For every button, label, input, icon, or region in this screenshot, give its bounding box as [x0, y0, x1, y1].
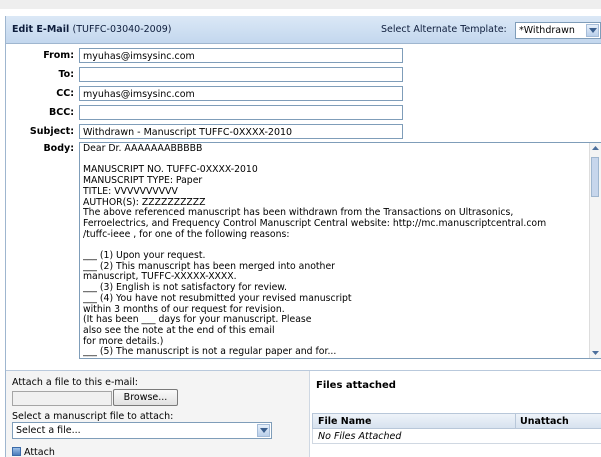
attachments-section: Attach a file to this e-mail: Browse... …	[6, 370, 601, 457]
scroll-thumb[interactable]	[591, 157, 599, 197]
body-line: /tuffc-ieee , for one of the following r…	[83, 228, 290, 240]
files-attached-title: Files attached	[316, 380, 396, 391]
unattach-column: Unattach	[520, 416, 569, 427]
body-scrollbar[interactable]	[589, 143, 601, 358]
manuscript-id: (TUFFC-03040-2009)	[72, 24, 172, 35]
top-strip	[0, 0, 601, 9]
body-text[interactable]: Dear Dr. AAAAAAABBBBB MANUSCRIPT NO. TUF…	[83, 144, 587, 358]
scroll-up-icon[interactable]	[591, 144, 600, 153]
dialog-title: Edit E-Mail (TUFFC-03040-2009)	[12, 24, 172, 35]
template-label: Select Alternate Template:	[381, 24, 507, 35]
file-name-column: File Name	[318, 416, 372, 427]
column-divider	[515, 414, 516, 428]
body-label: Body:	[43, 143, 74, 154]
select-manuscript-label: Select a manuscript file to attach:	[12, 411, 174, 422]
to-label: To:	[58, 69, 74, 80]
body-textarea[interactable]: Dear Dr. AAAAAAABBBBB MANUSCRIPT NO. TUF…	[79, 142, 601, 359]
dialog-header: Edit E-Mail (TUFFC-03040-2009) Select Al…	[6, 16, 601, 44]
attach-pane: Attach a file to this e-mail: Browse... …	[6, 371, 310, 457]
body-line: ___ (5) The manuscript is not a regular …	[83, 346, 337, 358]
files-attached-pane: Files attached File Name Unattach No Fil…	[310, 371, 601, 457]
to-field[interactable]	[79, 67, 403, 82]
cc-label: CC:	[56, 88, 74, 99]
attach-button-label: Attach	[24, 447, 55, 457]
bcc-field[interactable]	[79, 105, 403, 120]
attach-button[interactable]: Attach	[12, 447, 55, 457]
template-select[interactable]: *Withdrawn	[515, 22, 601, 39]
browse-button[interactable]: Browse...	[113, 389, 178, 406]
manuscript-file-select[interactable]: Select a file...	[12, 422, 272, 439]
template-select-value: *Withdrawn	[519, 25, 575, 36]
file-path-input[interactable]	[12, 391, 112, 406]
no-files-text: No Files Attached	[318, 431, 402, 442]
table-row: No Files Attached	[312, 429, 601, 444]
chevron-down-icon[interactable]	[586, 24, 599, 37]
subject-field[interactable]: Withdrawn - Manuscript TUFFC-0XXXX-2010	[79, 124, 403, 139]
body-line: ___ (4) You have not resubmitted your re…	[83, 292, 352, 304]
edit-email-dialog: Edit E-Mail (TUFFC-03040-2009) Select Al…	[5, 16, 601, 457]
attach-icon	[12, 447, 21, 456]
cc-field[interactable]: myuhas@imsysinc.com	[79, 86, 403, 101]
body-line: Dear Dr. AAAAAAABBBBB	[83, 144, 203, 154]
chevron-down-icon[interactable]	[257, 424, 270, 437]
bcc-label: BCC:	[49, 107, 74, 118]
from-field[interactable]: myuhas@imsysinc.com	[79, 48, 403, 63]
subject-label: Subject:	[29, 126, 74, 137]
from-label: From:	[43, 50, 74, 61]
scroll-down-icon[interactable]	[591, 348, 600, 357]
body-line: TITLE: VVVVVVVVVV	[83, 185, 178, 197]
attach-label: Attach a file to this e-mail:	[12, 377, 138, 388]
files-table-header: File Name Unattach	[312, 413, 601, 429]
manuscript-file-select-value: Select a file...	[16, 425, 81, 436]
